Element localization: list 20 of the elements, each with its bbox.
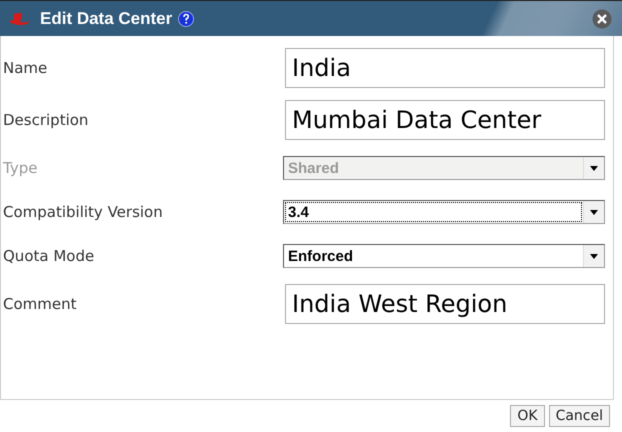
dialog-button[interactable]: Cancel — [548, 405, 610, 427]
field-label: Quota Mode — [2, 247, 94, 265]
close-icon[interactable] — [592, 9, 612, 29]
field-label: Type — [2, 159, 38, 177]
caret-icon — [590, 254, 598, 258]
window-title: Edit Data Center — [40, 8, 172, 28]
text-field[interactable]: Mumbai Data Center — [285, 100, 605, 140]
help-icon[interactable] — [178, 10, 194, 26]
field-label: Comment — [2, 295, 76, 313]
text-field[interactable]: India West Region — [285, 284, 605, 324]
dropdown[interactable]: Enforced — [283, 244, 605, 268]
dropdown[interactable]: 3.4 — [283, 200, 605, 224]
caret-icon — [590, 166, 598, 170]
field-label: Compatibility Version — [2, 203, 163, 221]
field-label: Name — [2, 59, 48, 77]
field-label: Description — [2, 111, 88, 129]
text-field[interactable]: India — [285, 48, 605, 88]
hat-icon — [8, 10, 30, 26]
caret-icon — [590, 210, 598, 214]
dialog-button[interactable]: OK — [510, 405, 545, 427]
